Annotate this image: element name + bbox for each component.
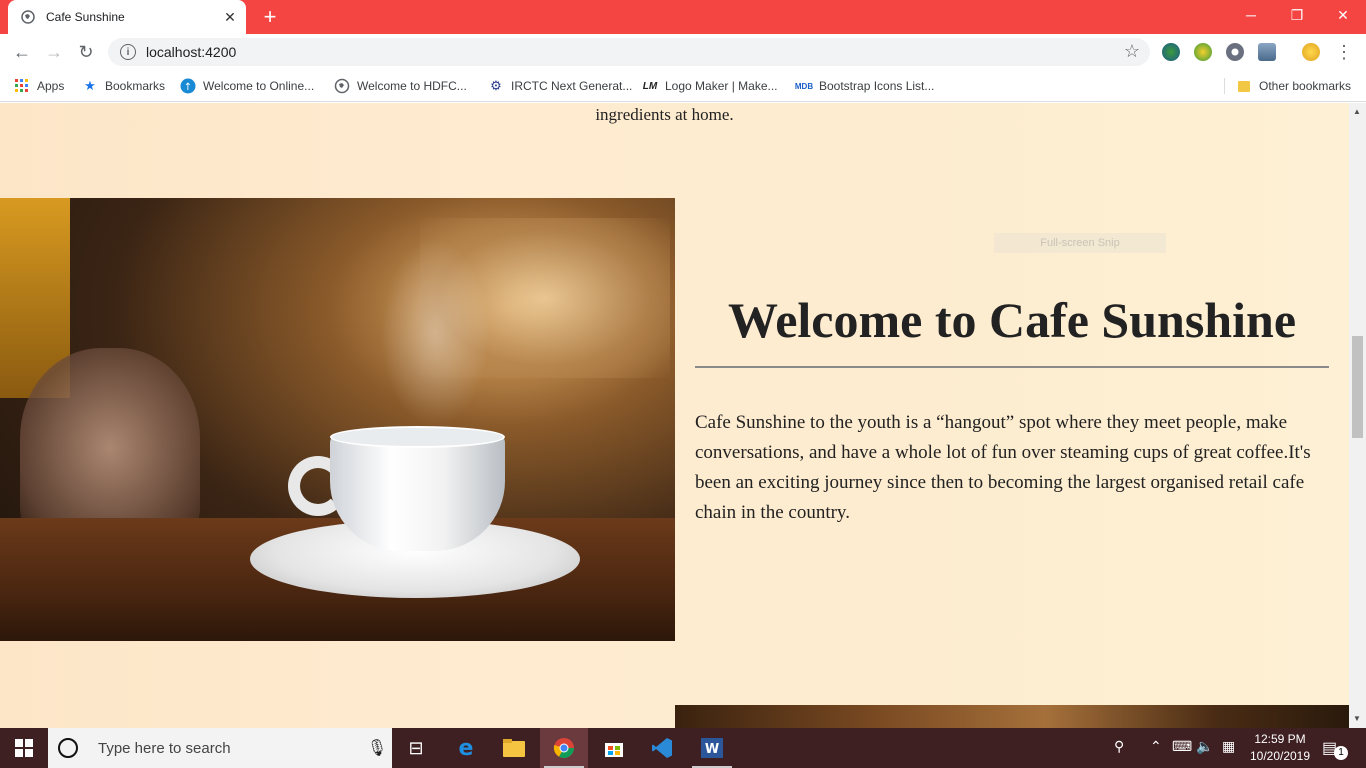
file-explorer-icon[interactable]: [490, 728, 538, 768]
scroll-down-icon[interactable]: ▼: [1353, 714, 1361, 723]
windows-logo-icon: [15, 739, 33, 757]
svg-text:↑: ↑: [184, 82, 192, 93]
people-icon[interactable]: ⚲: [1114, 738, 1124, 755]
store-icon[interactable]: [590, 728, 638, 768]
network-icon[interactable]: ⌨: [1172, 738, 1192, 755]
bookmark-hdfc[interactable]: Welcome to HDFC...: [334, 76, 467, 96]
bookmarks-bar: Apps ★ Bookmarks ↑ Welcome to Online... …: [0, 70, 1366, 102]
snip-overlay: Full-screen Snip: [994, 233, 1166, 253]
url-text: localhost:4200: [146, 44, 237, 60]
address-bar[interactable]: i localhost:4200 ☆: [108, 38, 1150, 66]
bookmark-label: Welcome to Online...: [203, 79, 315, 93]
clock-time: 12:59 PM: [1254, 732, 1306, 746]
lm-icon: LM: [642, 80, 658, 92]
close-tab-icon[interactable]: ✕: [220, 7, 240, 27]
star-icon: ★: [84, 78, 96, 93]
bookmark-label: Welcome to HDFC...: [357, 79, 467, 93]
bookmark-label: Bookmarks: [105, 79, 166, 93]
extension-green-icon[interactable]: [1194, 43, 1212, 61]
mdb-icon: MDB: [794, 81, 814, 91]
page-scrollbar[interactable]: ▲ ▼: [1349, 103, 1366, 728]
menu-kebab-icon[interactable]: ⋮: [1332, 40, 1356, 64]
intro-text-tail: ingredients at home.: [595, 105, 734, 124]
welcome-title: Welcome to Cafe Sunshine: [727, 292, 1297, 348]
globe-icon: [20, 9, 36, 25]
extension-image-icon[interactable]: [1258, 43, 1276, 61]
folder-icon: [1236, 78, 1252, 94]
restore-icon[interactable]: ❐: [1274, 0, 1320, 30]
back-arrow-icon[interactable]: ←: [10, 40, 34, 64]
new-tab-button[interactable]: +: [258, 4, 282, 29]
svg-text:e: e: [459, 737, 474, 759]
tab-title: Cafe Sunshine: [46, 10, 125, 24]
keyboard-icon[interactable]: ▦: [1222, 738, 1235, 755]
title-divider: [695, 366, 1329, 368]
irctc-icon: ⚙: [490, 78, 502, 93]
vscode-icon[interactable]: [638, 728, 686, 768]
bookmark-label: Logo Maker | Make...: [665, 79, 778, 93]
browser-toolbar: ← → ↻ i localhost:4200 ☆ ⋮: [0, 34, 1366, 70]
welcome-text: Cafe Sunshine to the youth is a “hangout…: [695, 412, 1311, 523]
close-window-icon[interactable]: ✕: [1320, 0, 1366, 30]
extension-eye-icon[interactable]: [1226, 43, 1244, 61]
coffee-cup-image: [0, 198, 675, 641]
browser-titlebar: Cafe Sunshine ✕ + ─ ❐ ✕: [0, 0, 1366, 34]
info-icon[interactable]: i: [120, 44, 136, 60]
bookmark-label: Bootstrap Icons List...: [819, 79, 935, 93]
microphone-icon[interactable]: 🎙: [362, 738, 392, 758]
bookmark-irctc[interactable]: ⚙ IRCTC Next Generat...: [488, 76, 632, 96]
bookmark-label: IRCTC Next Generat...: [511, 79, 633, 93]
cortana-icon: [58, 738, 78, 758]
extension-globe-icon[interactable]: [1162, 43, 1180, 61]
globe-icon: [334, 78, 350, 94]
forward-arrow-icon[interactable]: →: [42, 40, 66, 64]
scroll-up-icon[interactable]: ▲: [1353, 107, 1361, 116]
profile-avatar-icon[interactable]: [1302, 43, 1320, 61]
task-view-icon[interactable]: ⊟: [392, 728, 440, 768]
bookmark-star-icon[interactable]: ☆: [1124, 41, 1140, 62]
notification-count: 1: [1334, 746, 1348, 760]
clock-date: 10/20/2019: [1249, 749, 1311, 763]
bookmark-bootstrap[interactable]: MDB Bootstrap Icons List...: [794, 76, 935, 96]
system-clock[interactable]: 12:59 PM 10/20/2019: [1244, 731, 1316, 765]
bookmarks-divider: [1224, 78, 1225, 94]
chrome-icon[interactable]: [540, 728, 588, 768]
bookmark-bookmarks[interactable]: ★ Bookmarks: [82, 76, 165, 96]
bookmark-other[interactable]: Other bookmarks: [1236, 76, 1351, 96]
bookmark-label: Apps: [37, 79, 65, 93]
browser-tab[interactable]: Cafe Sunshine ✕: [8, 0, 246, 34]
edge-icon[interactable]: e: [442, 728, 490, 768]
bookmark-logomaker[interactable]: LM Logo Maker | Make...: [642, 76, 778, 96]
action-center-icon[interactable]: ▤ 1: [1322, 738, 1348, 760]
volume-icon[interactable]: 🔈: [1196, 738, 1213, 755]
windows-taskbar: Type here to search 🎙 ⊟ e W ⚲ ⌃ ⌨ 🔈 ▦ 12…: [0, 728, 1366, 768]
bookmark-online[interactable]: ↑ Welcome to Online...: [180, 76, 314, 96]
minimize-icon[interactable]: ─: [1228, 0, 1274, 30]
globe-icon: ↑: [180, 78, 196, 94]
word-icon[interactable]: W: [688, 728, 736, 768]
bookmark-label: Other bookmarks: [1259, 79, 1352, 93]
taskbar-search[interactable]: Type here to search 🎙: [48, 728, 392, 768]
scrollbar-thumb[interactable]: [1352, 336, 1363, 438]
svg-text:W: W: [705, 742, 719, 757]
search-placeholder: Type here to search: [98, 739, 231, 757]
next-section-image: [675, 705, 1349, 728]
chevron-up-icon[interactable]: ⌃: [1150, 738, 1162, 755]
reload-icon[interactable]: ↻: [74, 40, 98, 64]
page-viewport: ingredients at home. Full-screen Snip We…: [0, 103, 1349, 728]
apps-grid-icon: [14, 78, 30, 94]
start-button[interactable]: [0, 728, 48, 768]
bookmark-apps[interactable]: Apps: [14, 76, 64, 96]
